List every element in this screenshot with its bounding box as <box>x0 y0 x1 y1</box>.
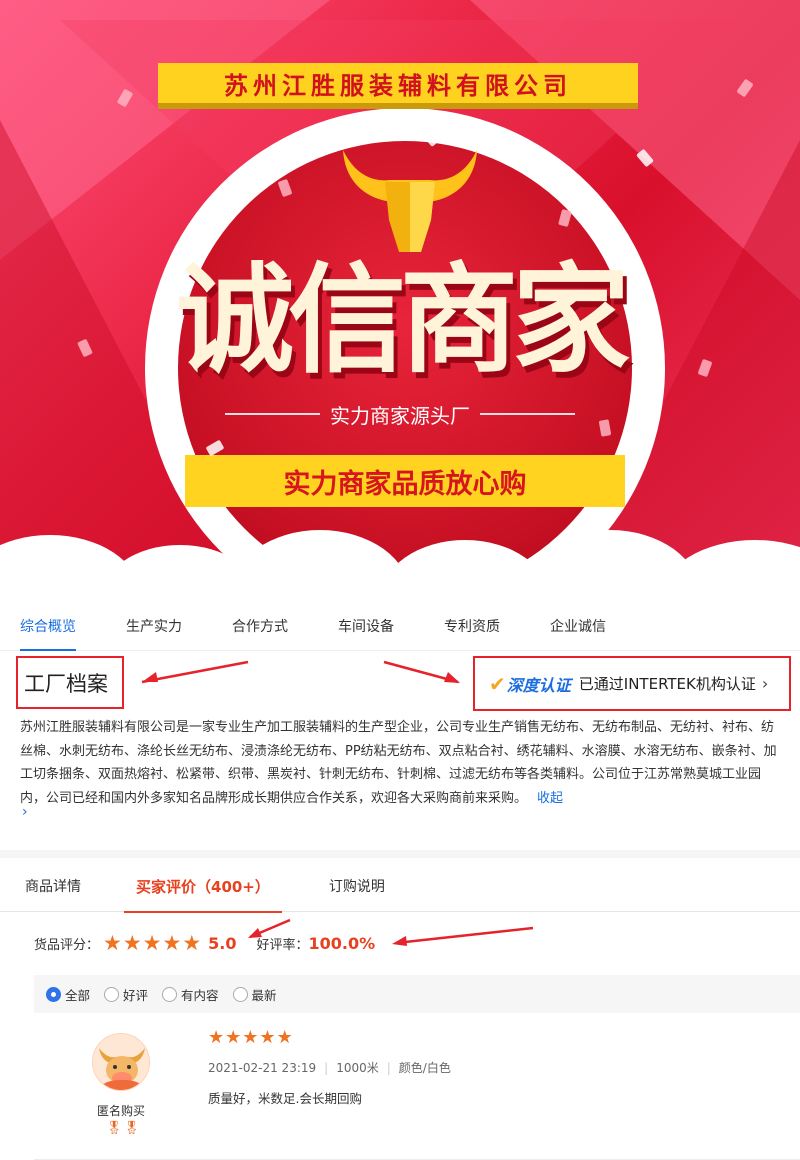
subline-right-dash <box>480 413 575 415</box>
chevron-right-icon: › <box>761 674 769 693</box>
tab-equipment[interactable]: 车间设备 <box>338 603 394 651</box>
tab-overview[interactable]: 综合概览 <box>20 603 76 651</box>
bull-head-icon <box>343 150 477 252</box>
tab-integrity[interactable]: 企业诚信 <box>550 603 606 651</box>
cert-logo-text: 深度认证 <box>506 675 571 695</box>
star-icon: ★ <box>225 1027 242 1048</box>
banner-subline-text: 实力商家源头厂 <box>330 403 470 428</box>
tab-order-notes[interactable]: 订购说明 <box>329 862 385 912</box>
divider: | <box>324 1060 329 1075</box>
collapse-link[interactable]: 收起 <box>537 791 563 806</box>
factory-description: 苏州江胜服装辅料有限公司是一家专业生产加工服装辅料的生产型企业，公司专业生产销售… <box>20 716 780 810</box>
filter-all[interactable]: 全部 <box>46 985 90 1004</box>
review-text: 质量好，米数足.会长期回购 <box>208 1091 362 1106</box>
radio-unchecked[interactable] <box>232 986 248 1002</box>
rating-score: 5.0 <box>208 933 237 953</box>
tab-buyer-reviews[interactable]: 买家评价（400+） <box>124 862 282 913</box>
medal-icon: 🎖 <box>106 1121 123 1136</box>
buyer-level-badges: 🎖 🎖 <box>106 1121 141 1136</box>
star-icon: ★ <box>182 930 202 955</box>
product-tabs: 商品详情 买家评价（400+） 订购说明 <box>0 862 800 913</box>
deep-cert-logo: ✔ 深度认证 <box>489 672 571 696</box>
rating-stars: ★ ★ ★ ★ ★ <box>103 930 202 955</box>
reviewer-name: 匿名购买 <box>96 1104 145 1118</box>
review-item: 匿名购买 🎖 🎖 ★ ★ ★ ★ ★ 2021-02-21 23:19 | 10… <box>34 1013 800 1160</box>
factory-title: 工厂档案 <box>24 671 108 696</box>
cert-text: 已通过INTERTEK机构认证 <box>578 675 756 693</box>
factory-profile-heading: 工厂档案 <box>16 656 124 709</box>
annotation-arrow-right <box>383 660 460 684</box>
good-rate-value: 100.0% <box>308 933 376 953</box>
star-icon: ★ <box>242 1027 259 1048</box>
radio-unchecked[interactable] <box>162 986 178 1002</box>
tab-product-details[interactable]: 商品详情 <box>25 862 81 912</box>
promo-banner: 苏州江胜服装辅料有限公司 诚信商家 实力商家源头厂 实力商家品质放心购 <box>0 0 800 600</box>
certification-link[interactable]: ✔ 深度认证 已通过INTERTEK机构认证 › <box>473 656 791 711</box>
review-meta: 2021-02-21 23:19 | 1000米 | 颜色/白色 <box>208 1059 451 1076</box>
star-icon: ★ <box>142 930 162 955</box>
company-name: 苏州江胜服装辅料有限公司 <box>224 71 572 100</box>
review-filter-bar: 全部 好评 有内容 最新 <box>34 975 800 1013</box>
tab-patents[interactable]: 专利资质 <box>444 603 500 651</box>
factory-description-text: 苏州江胜服装辅料有限公司是一家专业生产加工服装辅料的生产型企业，公司专业生产销售… <box>20 720 777 806</box>
review-date: 2021-02-21 23:19 <box>208 1060 317 1075</box>
star-icon: ★ <box>259 1027 276 1048</box>
star-icon: ★ <box>208 1027 225 1048</box>
filter-latest[interactable]: 最新 <box>232 985 277 1004</box>
subline-left-dash <box>225 413 320 415</box>
annotation-arrow-rate <box>392 926 534 946</box>
filter-with-content[interactable]: 有内容 <box>162 985 219 1004</box>
banner-subline: 实力商家源头厂 <box>215 398 585 430</box>
filter-label: 好评 <box>123 987 149 1003</box>
rating-summary: 货品评分： ★ ★ ★ ★ ★ 5.0 好评率： 100.0% <box>34 930 375 956</box>
annotation-arrow-left <box>141 660 249 684</box>
chevron-right-icon[interactable]: › <box>22 804 28 820</box>
review-spec: 颜色/白色 <box>398 1061 451 1075</box>
review-quantity: 1000米 <box>336 1061 379 1075</box>
radio-unchecked[interactable] <box>104 986 120 1002</box>
filter-label: 最新 <box>251 987 277 1003</box>
star-icon: ★ <box>122 930 142 955</box>
star-icon: ★ <box>103 930 122 955</box>
annotation-arrow-score <box>248 918 291 939</box>
company-tabs: 综合概览 生产实力 合作方式 车间设备 专利资质 企业诚信 <box>0 603 800 651</box>
banner-headline: 诚信商家 <box>175 250 630 389</box>
tab-production[interactable]: 生产实力 <box>126 603 182 651</box>
slogan-bar: 实力商家品质放心购 <box>185 455 625 507</box>
star-icon: ★ <box>162 930 182 955</box>
radio-checked[interactable] <box>46 986 61 1002</box>
review-stars: ★ ★ ★ ★ ★ <box>208 1029 294 1047</box>
banner-slogan: 实力商家品质放心购 <box>283 468 527 500</box>
filter-positive[interactable]: 好评 <box>104 985 148 1004</box>
tab-cooperation[interactable]: 合作方式 <box>232 603 288 651</box>
filter-label: 全部 <box>65 987 91 1003</box>
checkmark-icon: ✔ <box>489 671 506 696</box>
bull-avatar-icon <box>98 1048 146 1090</box>
avatar <box>92 1033 150 1091</box>
rating-label: 货品评分： <box>34 937 100 953</box>
divider: | <box>386 1060 391 1075</box>
section-divider <box>0 850 800 858</box>
medal-icon: 🎖 <box>123 1121 141 1136</box>
star-icon: ★ <box>276 1027 293 1048</box>
company-name-bar: 苏州江胜服装辅料有限公司 <box>158 63 638 103</box>
filter-label: 有内容 <box>181 987 219 1003</box>
